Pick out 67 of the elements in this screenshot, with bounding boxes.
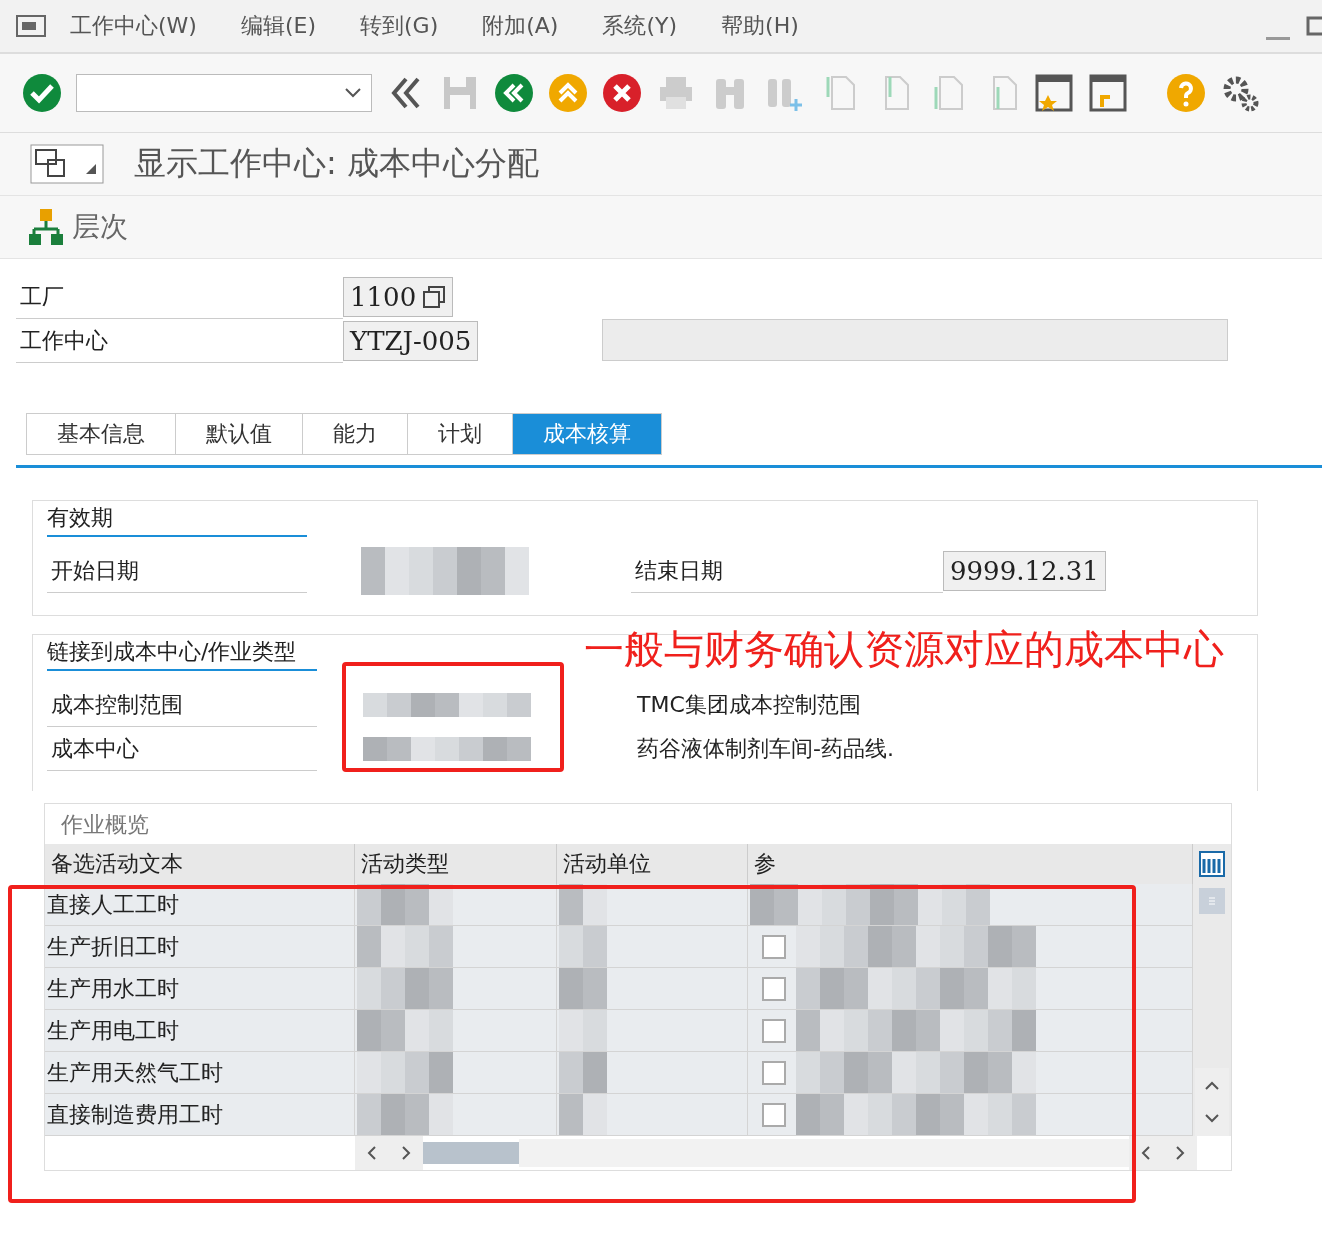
menu-item[interactable]: 工作中心(W) bbox=[70, 11, 197, 41]
column-settings-icon[interactable] bbox=[1199, 851, 1225, 877]
menu-item[interactable]: 转到(G) bbox=[360, 11, 439, 41]
table-title: 作业概览 bbox=[60, 811, 150, 839]
column-header[interactable]: 活动单位 bbox=[557, 844, 748, 884]
field-description: 药谷液体制剂车间-药品线. bbox=[637, 735, 894, 763]
field-value[interactable]: YTZJ-005 bbox=[343, 321, 479, 361]
chevron-right-icon bbox=[401, 1146, 411, 1160]
group-title: 有效期 bbox=[47, 501, 307, 537]
menu-item[interactable]: 附加(A) bbox=[482, 11, 559, 41]
tab[interactable]: 能力 bbox=[303, 413, 408, 455]
checkbox[interactable] bbox=[762, 1018, 786, 1043]
chevron-left-icon bbox=[1141, 1146, 1151, 1160]
vertical-scrollbar[interactable] bbox=[1193, 884, 1231, 1136]
page-title: 显示工作中心: 成本中心分配 bbox=[134, 143, 539, 184]
scroll-thumb[interactable] bbox=[423, 1142, 519, 1164]
field-value[interactable]: 9999.12.31 bbox=[943, 551, 1106, 591]
chevron-up-icon bbox=[1205, 1080, 1219, 1090]
scroll-down-button[interactable] bbox=[1195, 1102, 1229, 1136]
tab[interactable]: 默认值 bbox=[176, 413, 303, 455]
table-cell: 生产用水工时 bbox=[45, 968, 355, 1010]
scroll-left-button[interactable] bbox=[355, 1136, 389, 1170]
scroll-right-button[interactable] bbox=[1163, 1136, 1197, 1170]
copy-icon[interactable] bbox=[422, 285, 447, 309]
chevron-down-icon bbox=[345, 88, 361, 98]
chevron-down-icon bbox=[1205, 1114, 1219, 1124]
menu-item[interactable]: 编辑(E) bbox=[240, 11, 316, 41]
field-value[interactable]: 1100 bbox=[343, 277, 454, 317]
layout-menu-icon[interactable] bbox=[30, 144, 104, 184]
column-header[interactable]: 参 bbox=[748, 844, 1193, 884]
column-settings-button[interactable] bbox=[1193, 844, 1231, 884]
field-label: 开始日期 bbox=[47, 549, 307, 593]
checkbox[interactable] bbox=[762, 976, 786, 1001]
scroll-up-button[interactable] bbox=[1195, 1068, 1229, 1102]
scroll-right-button[interactable] bbox=[389, 1136, 423, 1170]
section-title: 层次 bbox=[72, 209, 128, 245]
menu-icon[interactable] bbox=[16, 15, 46, 37]
menu-item[interactable]: 帮助(H) bbox=[721, 11, 799, 41]
annotation-text: 一般与财务确认资源对应的成本中心 bbox=[584, 625, 1224, 674]
chevron-right-icon bbox=[1175, 1146, 1185, 1160]
tab[interactable]: 成本核算 bbox=[513, 413, 662, 455]
field-description: TMC集团成本控制范围 bbox=[637, 691, 861, 719]
tab[interactable]: 基本信息 bbox=[26, 413, 176, 455]
back-icon[interactable] bbox=[494, 73, 534, 113]
column-header[interactable]: 活动类型 bbox=[355, 844, 557, 884]
checkbox[interactable] bbox=[762, 934, 786, 959]
tab[interactable]: 计划 bbox=[408, 413, 513, 455]
field-label: 成本中心 bbox=[47, 727, 317, 771]
group-title: 链接到成本中心/作业类型 bbox=[47, 635, 317, 671]
chevron-left-icon bbox=[367, 1146, 377, 1160]
table-cell: 生产用天然气工时 bbox=[45, 1052, 355, 1094]
hierarchy-icon[interactable] bbox=[28, 208, 64, 246]
table-cell: 直接制造费用工时 bbox=[45, 1094, 355, 1136]
cancel-icon[interactable] bbox=[602, 73, 642, 113]
maximize-icon[interactable] bbox=[1306, 16, 1322, 36]
column-header[interactable]: 备选活动文本 bbox=[45, 844, 355, 884]
command-field[interactable] bbox=[76, 74, 372, 112]
check-icon[interactable] bbox=[22, 73, 62, 113]
table-cell: 直接人工工时 bbox=[45, 884, 355, 926]
checkbox[interactable] bbox=[762, 1060, 786, 1085]
table-cell: 生产折旧工时 bbox=[45, 926, 355, 968]
table-cell: 生产用电工时 bbox=[45, 1010, 355, 1052]
field-label: 成本控制范围 bbox=[47, 683, 317, 727]
checkbox[interactable] bbox=[762, 1102, 786, 1127]
scroll-handle-icon[interactable] bbox=[1199, 888, 1225, 914]
menu-item[interactable]: 系统(Y) bbox=[602, 11, 678, 41]
blurred-region bbox=[559, 968, 607, 1009]
